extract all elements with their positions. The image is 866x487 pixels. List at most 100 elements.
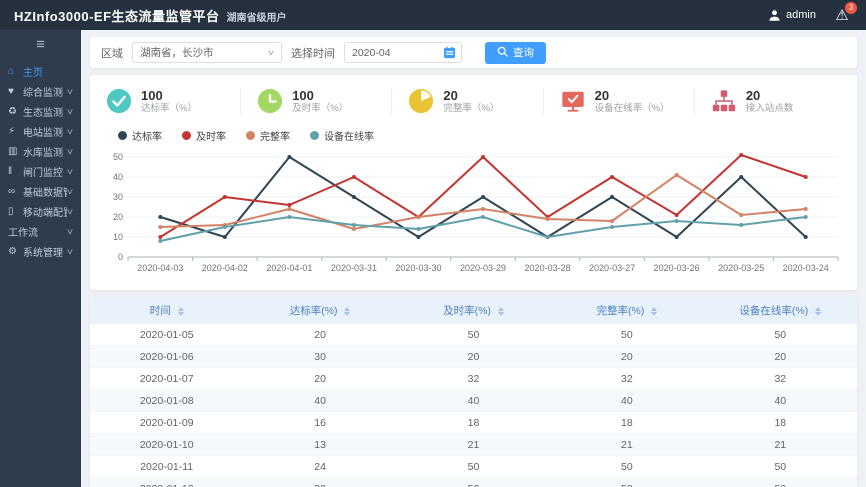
sort-icon[interactable] — [497, 306, 504, 316]
check-circle-icon — [106, 88, 132, 114]
kpi-value: 100 — [141, 87, 163, 103]
table-cell: 50 — [703, 477, 857, 487]
svg-text:30: 30 — [113, 192, 123, 202]
legend-dot — [182, 131, 191, 140]
table-cell: 40 — [703, 389, 857, 412]
sidebar-item-reservoir[interactable]: ▥ 水库监测 ∨ — [0, 141, 81, 161]
table-cell: 21 — [703, 433, 857, 456]
notification-icon[interactable]: ⚠ 3 — [832, 2, 857, 25]
table-cell: 40 — [550, 389, 704, 412]
svg-text:2020-03-25: 2020-03-25 — [718, 263, 764, 273]
kpi-label: 及时率（%） — [292, 103, 349, 115]
data-table: 时间 达标率(%) 及时率(%) 完整率(%) 设备在线率(%) 2020-01… — [90, 297, 857, 487]
table-cell: 50 — [396, 477, 551, 487]
table-cell: 30 — [243, 345, 397, 368]
svg-text:10: 10 — [113, 232, 123, 242]
monitor-check-icon — [560, 88, 586, 114]
power-icon: ⚡ — [8, 125, 16, 137]
sidebar-item-system[interactable]: ⚙ 系统管理 ∨ — [0, 241, 81, 261]
gate-icon: ‖ — [8, 165, 13, 177]
region-label: 区域 — [101, 47, 123, 60]
eco-icon: ♻ — [8, 105, 17, 117]
clock-icon — [257, 88, 283, 114]
sidebar-menu: ⌂ 主页 ♥综合监测∨♻生态监测∨⚡电站监测∨▥水库监测∨ ‖ 闸门监控 ∨ ∞ 基础数据管理… — [0, 61, 81, 261]
svg-text:0: 0 — [118, 252, 123, 262]
calendar-icon[interactable] — [443, 46, 456, 59]
legend-label: 完整率 — [260, 132, 290, 143]
filter-bar: 区域 湖南省，长沙市 ∨ 选择时间 查询 — [90, 37, 857, 68]
table-cell: 20 — [243, 324, 397, 346]
kpi-value: 20 — [594, 87, 610, 103]
kpi-label: 达标率（%） — [141, 103, 197, 115]
column-header[interactable]: 设备在线率(%) — [703, 297, 857, 324]
time-label: 选择时间 — [291, 47, 335, 60]
region-select[interactable]: 湖南省，长沙市 ∨ — [132, 42, 282, 63]
sidebar-item-integrated[interactable]: ♥ 综合监测 ∨ — [0, 81, 81, 101]
sidebar-item-home[interactable]: ⌂ 主页 — [0, 61, 81, 81]
sidebar-item-eco[interactable]: ♻ 生态监测 ∨ — [0, 101, 81, 121]
table-cell: 50 — [550, 324, 704, 346]
table-row: 2020-01-06 30 20 20 20 — [90, 345, 857, 368]
sort-icon[interactable] — [815, 306, 822, 316]
svg-text:50: 50 — [113, 152, 123, 162]
link-icon: ∞ — [8, 185, 16, 197]
table-cell: 24 — [243, 455, 397, 478]
reservoir-icon: ▥ — [8, 145, 18, 157]
chevron-down-icon: ∨ — [65, 126, 75, 136]
pie-icon — [408, 88, 434, 114]
date-input[interactable] — [352, 46, 443, 59]
svg-text:2020-03-28: 2020-03-28 — [525, 263, 571, 273]
table-cell: 50 — [550, 477, 704, 487]
sidebar-item-workflow[interactable]: 工作流 ∨ — [0, 221, 81, 241]
sidebar-item-basic-data[interactable]: ∞ 基础数据管理∨ — [0, 181, 81, 201]
table-cell: 18 — [550, 411, 704, 434]
sort-icon[interactable] — [344, 306, 351, 316]
svg-text:2020-03-31: 2020-03-31 — [331, 263, 377, 273]
table-cell: 32 — [703, 367, 857, 390]
kpi-row: 100 达标率（%） 100 及时率（%） 20 完整率（%） 20 设备在线率… — [102, 82, 845, 120]
legend-label: 及时率 — [196, 132, 226, 143]
column-header[interactable]: 时间 — [90, 297, 244, 324]
user-menu[interactable]: admin — [768, 9, 816, 22]
sidebar-item-mobile[interactable]: ▯ 移动端配置∨ — [0, 201, 81, 221]
column-header[interactable]: 及时率(%) — [396, 297, 551, 324]
legend-item[interactable]: 及时率 — [182, 128, 226, 143]
menu-collapse-icon[interactable]: ≡ — [0, 30, 81, 61]
svg-text:2020-03-30: 2020-03-30 — [395, 263, 441, 273]
username: admin — [786, 9, 816, 21]
sidebar-item-label: 基础数据管理 — [23, 187, 67, 199]
kpi-label: 完整率（%） — [443, 103, 500, 115]
table-cell: 20 — [703, 345, 857, 368]
chevron-down-icon: ∨ — [65, 206, 75, 216]
legend-item[interactable]: 达标率 — [118, 128, 162, 143]
kpi-device-online: 20 设备在线率（%） — [542, 87, 694, 115]
table-cell: 32 — [396, 367, 551, 390]
sort-icon[interactable] — [651, 306, 658, 316]
table-cell: 30 — [243, 477, 397, 487]
sidebar-item-label: 闸门监控 — [23, 167, 63, 179]
sort-icon[interactable] — [177, 306, 184, 316]
svg-text:2020-04-02: 2020-04-02 — [202, 263, 248, 273]
sidebar-item-label: 系统管理 — [23, 247, 63, 259]
home-icon: ⌂ — [8, 65, 15, 77]
svg-text:2020-03-27: 2020-03-27 — [589, 263, 635, 273]
column-header[interactable]: 完整率(%) — [550, 297, 704, 324]
sidebar-item-gate[interactable]: ‖ 闸门监控 ∨ — [0, 161, 81, 181]
heart-icon: ♥ — [8, 85, 14, 97]
column-header[interactable]: 达标率(%) — [243, 297, 397, 324]
table-row: 2020-01-09 16 18 18 18 — [90, 411, 857, 434]
table-cell: 2020-01-09 — [90, 411, 244, 434]
legend-item[interactable]: 完整率 — [246, 128, 290, 143]
search-button[interactable]: 查询 — [485, 41, 546, 64]
svg-text:2020-03-29: 2020-03-29 — [460, 263, 506, 273]
sidebar-item-station[interactable]: ⚡ 电站监测 ∨ — [0, 121, 81, 141]
sidebar-item-label: 主页 — [23, 67, 43, 79]
column-label: 时间 — [149, 305, 171, 317]
legend-item[interactable]: 设备在线率 — [310, 128, 374, 143]
table-row: 2020-01-1230505050 — [90, 477, 857, 487]
table-cell: 2020-01-07 — [90, 367, 244, 390]
svg-text:2020-04-03: 2020-04-03 — [137, 263, 183, 273]
app-title: HZInfo3000-EF生态流量监管平台 — [14, 8, 220, 24]
chevron-down-icon: ∨ — [65, 146, 75, 156]
kpi-compliance: 100 达标率（%） — [102, 88, 240, 115]
